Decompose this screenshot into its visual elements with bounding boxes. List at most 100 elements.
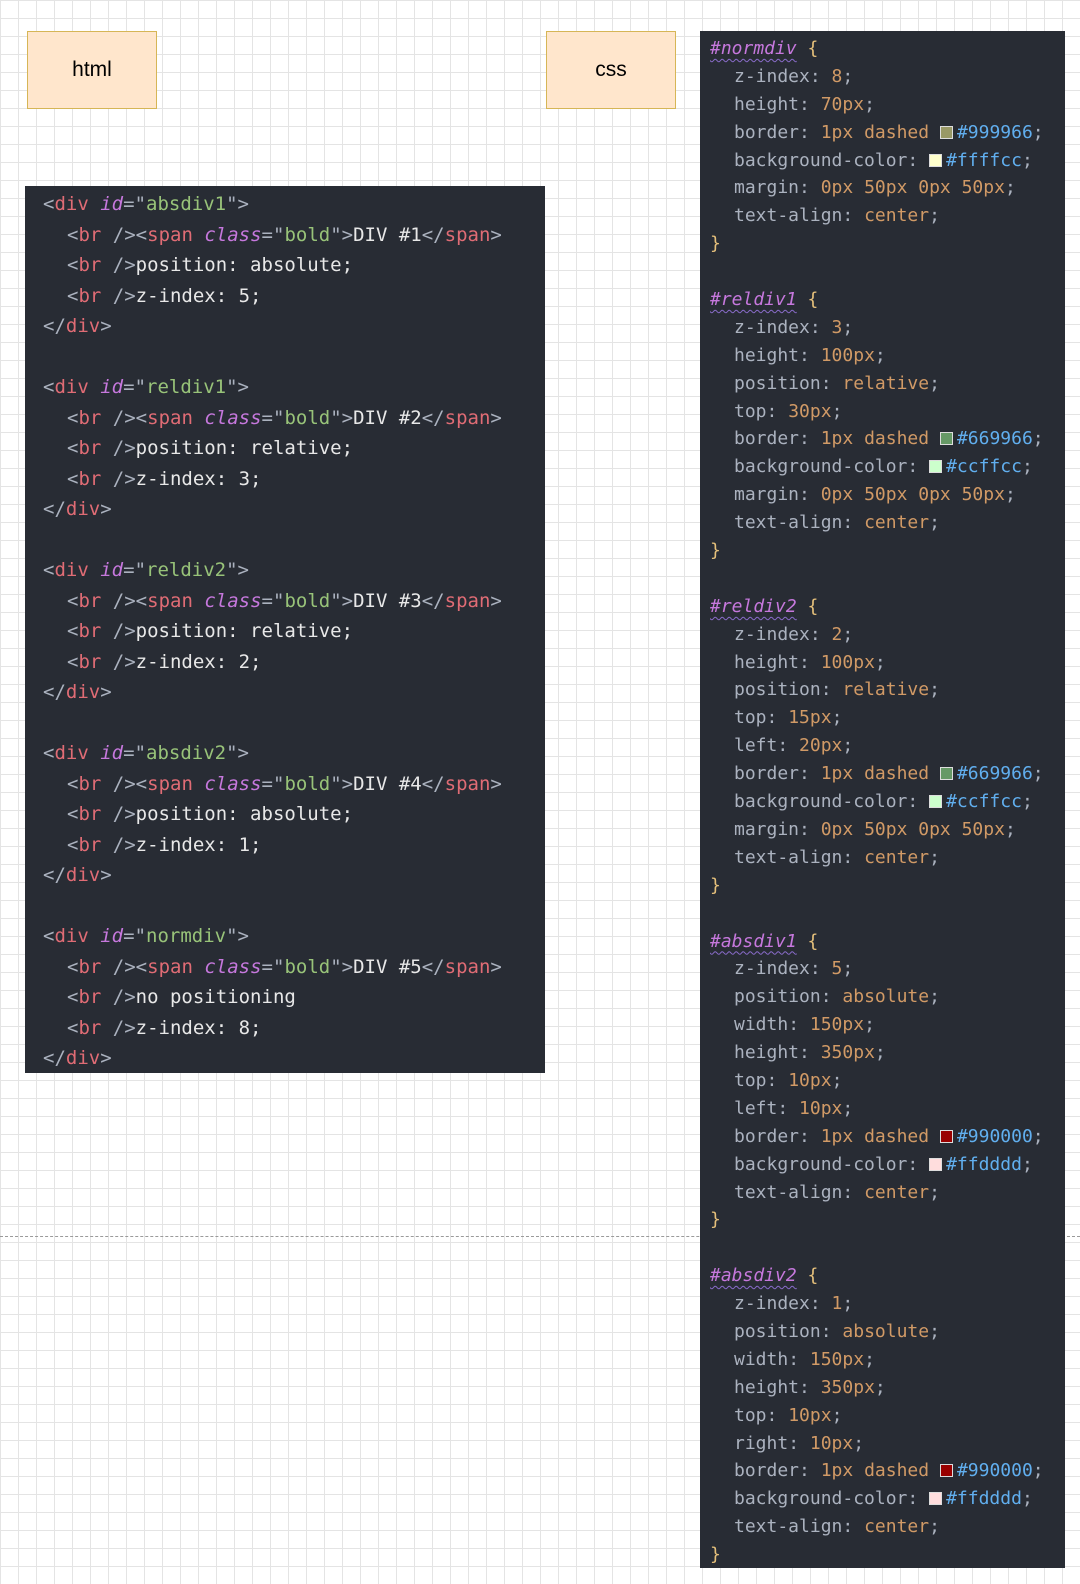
code-token: ; [874,651,886,673]
css-value: 100px [820,344,875,366]
css-value: center [864,512,930,534]
code-token: > [490,589,502,612]
code-token: ; [1004,177,1016,199]
html-open-tag-line: <div id="normdiv"> [43,921,545,952]
code-token: "> [330,406,354,429]
code-token: ; [864,93,875,115]
html-label-box: html [27,31,157,109]
code-token: ; [831,1069,843,1091]
code-token: : [788,1348,810,1370]
css-declaration: background-color: #ffffcc; [710,147,1065,175]
code-token: ; [929,679,940,701]
code-token: : [799,1376,821,1398]
css-property: background-color [734,456,908,478]
zindex-text: z-index: 1; [135,833,262,856]
code-token: > [100,864,112,886]
code-token: < [67,833,79,856]
code-token: div [54,559,89,581]
code-token: { [807,595,819,617]
code-token: ; [853,1432,865,1454]
css-property: width [734,1014,789,1036]
html-code-panel: <div id="absdiv1"> <br /><span class="bol… [25,186,545,1073]
div-title: DIV #3 [353,589,422,612]
css-value: relative [842,679,930,701]
code-token: ; [864,1348,875,1370]
code-token: ; [929,986,940,1008]
code-token: div [65,864,101,886]
code-token: "> [226,742,249,764]
code-token: { [807,930,819,952]
css-property: text-align [734,512,843,534]
css-value: 0px 50px 0px 50px [820,818,1005,840]
code-token: class [204,589,262,612]
code-token: ; [1021,1488,1033,1510]
code-token: < [67,803,79,825]
code-token: > [100,498,112,520]
color-value: #990000 [956,1460,1033,1482]
html-close-tag-line: </div> [43,1043,545,1074]
code-token: : [799,818,821,840]
css-value: center [864,1516,930,1538]
css-declaration: border: 1px dashed #990000; [710,1123,1065,1151]
color-value: #ccffcc [946,456,1022,478]
code-token: ; [929,372,940,394]
div-title: DIV #1 [353,223,422,246]
color-swatch-icon [939,432,953,446]
css-property: margin [734,818,800,840]
css-value: 100px [820,651,875,673]
color-swatch-icon [939,767,953,781]
code-token: span [147,406,193,429]
code-token: =" [261,589,285,612]
color-swatch-icon [929,1157,943,1171]
css-property: text-align [734,1516,843,1538]
code-token: : [766,1404,789,1426]
code-token: /> [101,620,136,642]
code-token: ; [1021,149,1033,171]
css-declaration: width: 150px; [710,1011,1065,1039]
code-token: > [100,315,112,337]
code-token: ; [842,1097,854,1119]
css-declaration: right: 10px; [710,1430,1065,1458]
html-open-tag-line: <div id="reldiv2"> [43,555,545,586]
css-value: 15px [788,707,832,729]
color-value: #ffffcc [946,149,1022,171]
code-token: /> [101,467,136,490]
css-declaration: margin: 0px 50px 0px 50px; [710,481,1065,509]
code-token: br [78,467,102,490]
css-value: 10px [809,1432,854,1454]
css-property: border [734,1125,800,1147]
css-selector: #absdiv1 [710,930,797,952]
code-token: "> [226,559,249,581]
code-token: ; [1021,1153,1033,1175]
code-token: ; [929,1320,940,1342]
css-selector-line: #absdiv1 { [710,928,1065,956]
code-token: =" [123,559,147,581]
code-token: < [67,620,79,642]
code-token: br [78,254,102,276]
code-token: } [710,874,721,896]
css-selector: #normdiv [710,38,797,59]
code-token: id [100,376,124,398]
code-token: : [842,846,865,868]
color-swatch-icon [939,125,953,139]
code-token: < [67,1016,79,1039]
css-value: center [864,846,930,868]
css-value: 1px dashed [820,763,930,785]
css-declaration: height: 350px; [710,1374,1065,1402]
code-token: id [100,925,124,947]
css-value: 10px [788,1404,832,1426]
code-token: div [54,742,89,764]
css-property: z-index [734,1293,810,1315]
html-title-line: <br /><span class="bold">DIV #5</span> [43,952,545,983]
